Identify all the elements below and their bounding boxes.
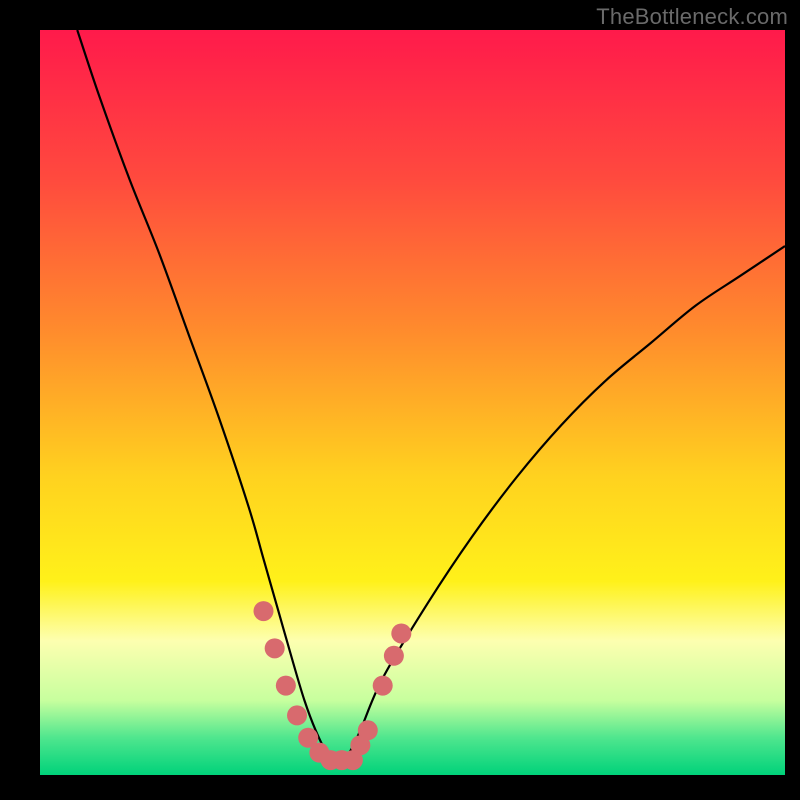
bottleneck-marker (287, 705, 307, 725)
bottleneck-marker (373, 676, 393, 696)
gradient-background (40, 30, 785, 775)
bottleneck-marker (358, 720, 378, 740)
chart-frame: TheBottleneck.com (0, 0, 800, 800)
bottleneck-marker (384, 646, 404, 666)
bottleneck-marker (276, 676, 296, 696)
bottleneck-marker (391, 623, 411, 643)
bottleneck-marker (254, 601, 274, 621)
plot-area (40, 30, 785, 775)
bottleneck-chart (40, 30, 785, 775)
watermark-text: TheBottleneck.com (596, 4, 788, 30)
bottleneck-marker (265, 638, 285, 658)
